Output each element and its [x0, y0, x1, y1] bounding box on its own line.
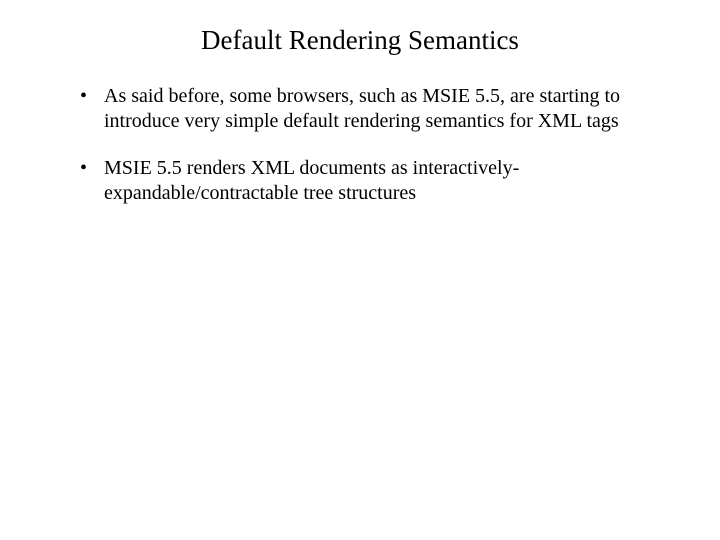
bullet-text: MSIE 5.5 renders XML documents as intera… — [104, 156, 660, 206]
list-item: • MSIE 5.5 renders XML documents as inte… — [80, 156, 660, 206]
bullet-icon: • — [80, 156, 104, 181]
list-item: • As said before, some browsers, such as… — [80, 84, 660, 134]
bullet-list: • As said before, some browsers, such as… — [60, 84, 660, 206]
slide-title: Default Rendering Semantics — [100, 25, 620, 56]
bullet-text: As said before, some browsers, such as M… — [104, 84, 660, 134]
bullet-icon: • — [80, 84, 104, 109]
